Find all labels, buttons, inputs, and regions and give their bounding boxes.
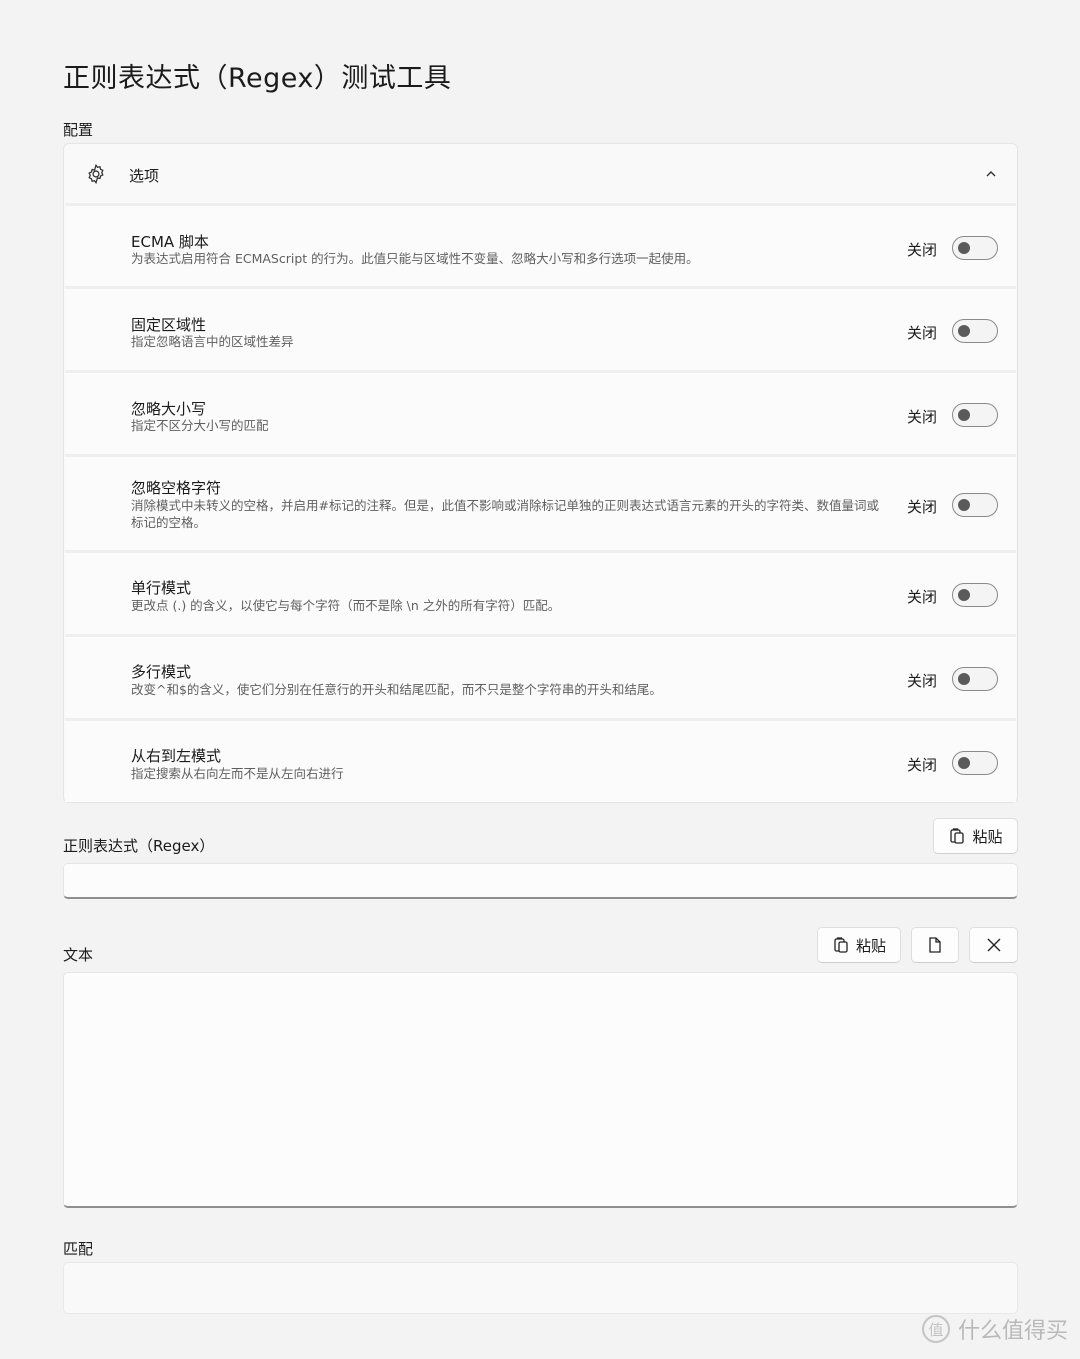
toggle-state-text: 关闭 bbox=[907, 672, 938, 690]
ignore-whitespace-toggle[interactable] bbox=[952, 493, 998, 517]
watermark-logo-icon: 值 bbox=[921, 1315, 950, 1343]
toggle-state-text: 关闭 bbox=[907, 588, 938, 606]
toggle-state-text: 关闭 bbox=[907, 241, 938, 259]
toggle-knob bbox=[958, 242, 970, 254]
right-to-left-toggle[interactable] bbox=[952, 751, 998, 775]
options-expander-header[interactable]: 选项 bbox=[64, 144, 1017, 204]
multiline-toggle[interactable] bbox=[952, 667, 998, 691]
option-title: 多行模式 bbox=[131, 663, 192, 681]
toggle-state-text: 关闭 bbox=[907, 324, 938, 342]
option-description: 指定忽略语言中的区域性差异 bbox=[131, 334, 294, 349]
option-ecma-script: ECMA 脚本 为表达式启用符合 ECMAScript 的行为。此值只能与区域性… bbox=[65, 203, 1016, 287]
text-paste-button[interactable]: 粘贴 bbox=[817, 927, 901, 963]
close-icon bbox=[987, 938, 1000, 952]
singleline-toggle[interactable] bbox=[952, 583, 998, 607]
paste-button-label: 粘贴 bbox=[855, 936, 886, 955]
match-label: 匹配 bbox=[63, 1240, 94, 1258]
option-description: 为表达式启用符合 ECMAScript 的行为。此值只能与区域性不变量、忽略大小… bbox=[131, 251, 699, 266]
option-description: 指定不区分大小写的匹配 bbox=[131, 418, 269, 433]
toggle-state-text: 关闭 bbox=[907, 756, 938, 774]
watermark: 值 什么值得买 bbox=[921, 1313, 1068, 1345]
option-title: ECMA 脚本 bbox=[131, 233, 209, 251]
options-expander: 选项 ECMA 脚本 为表达式启用符合 ECMAScript 的行为。此值只能与… bbox=[63, 143, 1018, 803]
option-description: 指定搜索从右向左而不是从左向右进行 bbox=[131, 766, 344, 781]
option-title: 忽略空格字符 bbox=[131, 479, 222, 497]
options-expander-label: 选项 bbox=[129, 167, 160, 185]
option-ignore-whitespace: 忽略空格字符 消除模式中未转义的空格，并启用#标记的注释。但是，此值不影响或消除… bbox=[65, 454, 1016, 550]
text-label: 文本 bbox=[63, 946, 94, 964]
ecma-script-toggle[interactable] bbox=[952, 236, 998, 260]
option-title: 固定区域性 bbox=[131, 316, 207, 334]
watermark-text: 什么值得买 bbox=[957, 1319, 1068, 1344]
option-multiline: 多行模式 改变^和$的含义，使它们分别在任意行的开头和结尾匹配，而不只是整个字符… bbox=[65, 634, 1016, 718]
option-description: 更改点 (.) 的含义，以使它与每个字符（而不是除 \n 之外的所有字符）匹配。 bbox=[131, 598, 561, 613]
open-file-button[interactable] bbox=[911, 927, 959, 963]
toggle-knob bbox=[958, 757, 970, 769]
match-output bbox=[63, 1262, 1018, 1314]
option-culture-invariant: 固定区域性 指定忽略语言中的区域性差异 关闭 bbox=[65, 286, 1016, 370]
toggle-state-text: 关闭 bbox=[907, 498, 938, 516]
toggle-knob bbox=[958, 499, 970, 511]
gear-icon bbox=[88, 163, 104, 185]
regex-input[interactable] bbox=[63, 863, 1018, 899]
toggle-knob bbox=[958, 409, 970, 421]
option-title: 忽略大小写 bbox=[131, 400, 207, 418]
document-icon bbox=[929, 937, 941, 953]
option-right-to-left: 从右到左模式 指定搜索从右向左而不是从左向右进行 关闭 bbox=[65, 718, 1016, 802]
option-singleline: 单行模式 更改点 (.) 的含义，以使它与每个字符（而不是除 \n 之外的所有字… bbox=[65, 550, 1016, 634]
toggle-knob bbox=[958, 673, 970, 685]
clipboard-icon bbox=[950, 828, 965, 844]
option-ignore-case: 忽略大小写 指定不区分大小写的匹配 关闭 bbox=[65, 370, 1016, 454]
regex-tester-page: 正则表达式（Regex）测试工具 配置 选项 ECMA 脚本 为表达式启用符合 … bbox=[0, 0, 1080, 1359]
clear-button[interactable] bbox=[969, 927, 1018, 963]
option-title: 从右到左模式 bbox=[131, 747, 222, 765]
clipboard-icon bbox=[834, 937, 848, 953]
regex-label: 正则表达式（Regex） bbox=[63, 837, 215, 855]
culture-invariant-toggle[interactable] bbox=[952, 319, 998, 343]
paste-button-label: 粘贴 bbox=[972, 827, 1003, 846]
option-description: 改变^和$的含义，使它们分别在任意行的开头和结尾匹配，而不只是整个字符串的开头和… bbox=[131, 682, 662, 697]
regex-paste-button[interactable]: 粘贴 bbox=[933, 818, 1018, 854]
toggle-knob bbox=[958, 589, 970, 601]
chevron-up-icon[interactable] bbox=[983, 166, 999, 182]
option-title: 单行模式 bbox=[131, 579, 192, 597]
config-section-label: 配置 bbox=[63, 121, 94, 139]
toggle-state-text: 关闭 bbox=[907, 408, 938, 426]
ignore-case-toggle[interactable] bbox=[952, 403, 998, 427]
option-description: 消除模式中未转义的空格，并启用#标记的注释。但是，此值不影响或消除标记单独的正则… bbox=[131, 498, 879, 530]
toggle-knob bbox=[958, 325, 970, 337]
text-input[interactable] bbox=[63, 972, 1018, 1208]
page-title: 正则表达式（Regex）测试工具 bbox=[63, 63, 452, 94]
